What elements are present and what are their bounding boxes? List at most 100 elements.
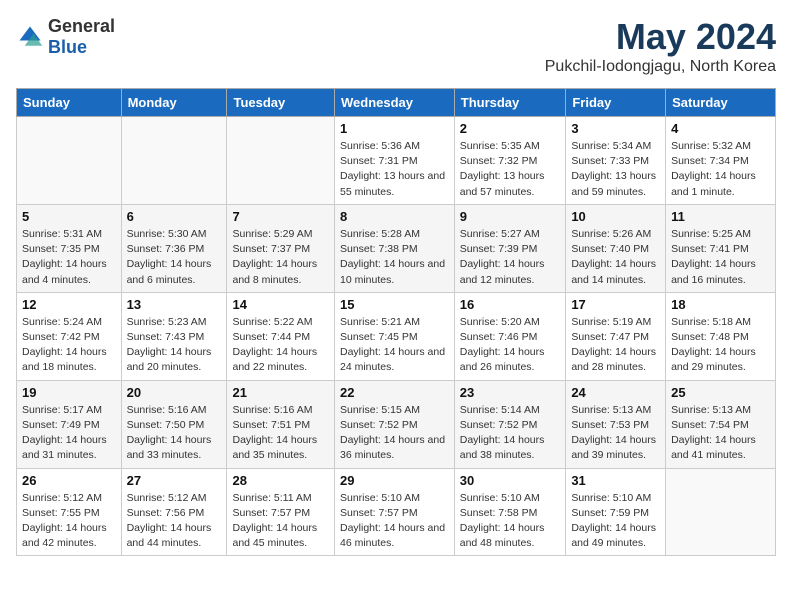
calendar-body: 1Sunrise: 5:36 AMSunset: 7:31 PMDaylight… <box>17 117 776 556</box>
weekday-header-monday: Monday <box>121 89 227 117</box>
day-info: Sunrise: 5:10 AMSunset: 7:57 PMDaylight:… <box>340 491 449 552</box>
weekday-header-thursday: Thursday <box>454 89 566 117</box>
calendar-cell: 10Sunrise: 5:26 AMSunset: 7:40 PMDayligh… <box>566 204 666 292</box>
day-info: Sunrise: 5:12 AMSunset: 7:56 PMDaylight:… <box>127 491 222 552</box>
day-info: Sunrise: 5:15 AMSunset: 7:52 PMDaylight:… <box>340 403 449 464</box>
logo-general-text: General <box>48 16 115 36</box>
calendar-week-5: 26 Sunrise: 5:12 AMSunset: 7:55 PMDayligh… <box>17 468 776 556</box>
day-info: Sunrise: 5:12 AMSunset: 7:55 PMDaylight:… <box>22 491 116 552</box>
weekday-header-row: SundayMondayTuesdayWednesdayThursdayFrid… <box>17 89 776 117</box>
calendar-cell: 2 Sunrise: 5:35 AMSunset: 7:32 PMDaylight… <box>454 117 566 205</box>
calendar-cell: 14 Sunrise: 5:22 AMSunset: 7:44 PMDayligh… <box>227 292 335 380</box>
day-number: 27 <box>127 473 222 488</box>
calendar-cell: 17 Sunrise: 5:19 AMSunset: 7:47 PMDayligh… <box>566 292 666 380</box>
calendar-cell: 7 Sunrise: 5:29 AMSunset: 7:37 PMDaylight… <box>227 204 335 292</box>
day-info: Sunrise: 5:29 AMSunset: 7:37 PMDaylight:… <box>232 227 329 288</box>
calendar-cell: 19 Sunrise: 5:17 AMSunset: 7:49 PMDayligh… <box>17 380 122 468</box>
calendar-cell: 22 Sunrise: 5:15 AMSunset: 7:52 PMDayligh… <box>334 380 454 468</box>
day-number: 24 <box>571 385 660 400</box>
day-info: Sunrise: 5:16 AMSunset: 7:51 PMDaylight:… <box>232 403 329 464</box>
day-number: 13 <box>127 297 222 312</box>
calendar-cell: 30 Sunrise: 5:10 AMSunset: 7:58 PMDayligh… <box>454 468 566 556</box>
calendar-cell: 28 Sunrise: 5:11 AMSunset: 7:57 PMDayligh… <box>227 468 335 556</box>
day-info: Sunrise: 5:31 AMSunset: 7:35 PMDaylight:… <box>22 227 116 288</box>
day-info: Sunrise: 5:22 AMSunset: 7:44 PMDaylight:… <box>232 315 329 376</box>
day-info: Sunrise: 5:23 AMSunset: 7:43 PMDaylight:… <box>127 315 222 376</box>
weekday-header-saturday: Saturday <box>666 89 776 117</box>
day-number: 1 <box>340 121 449 136</box>
weekday-header-tuesday: Tuesday <box>227 89 335 117</box>
calendar-week-1: 1Sunrise: 5:36 AMSunset: 7:31 PMDaylight… <box>17 117 776 205</box>
day-info: Sunrise: 5:16 AMSunset: 7:50 PMDaylight:… <box>127 403 222 464</box>
day-info: Sunrise: 5:10 AMSunset: 7:58 PMDaylight:… <box>460 491 561 552</box>
day-number: 4 <box>671 121 770 136</box>
day-info: Sunrise: 5:20 AMSunset: 7:46 PMDaylight:… <box>460 315 561 376</box>
logo-icon <box>16 23 44 51</box>
day-info: Sunrise: 5:34 AMSunset: 7:33 PMDaylight:… <box>571 139 660 200</box>
calendar-cell: 27 Sunrise: 5:12 AMSunset: 7:56 PMDayligh… <box>121 468 227 556</box>
calendar-cell: 6 Sunrise: 5:30 AMSunset: 7:36 PMDaylight… <box>121 204 227 292</box>
calendar-week-2: 5 Sunrise: 5:31 AMSunset: 7:35 PMDaylight… <box>17 204 776 292</box>
title-block: May 2024 Pukchil-Iodongjagu, North Korea <box>545 16 776 76</box>
day-number: 3 <box>571 121 660 136</box>
day-number: 21 <box>232 385 329 400</box>
day-number: 17 <box>571 297 660 312</box>
day-info: Sunrise: 5:25 AMSunset: 7:41 PMDaylight:… <box>671 227 770 288</box>
calendar-cell: 18Sunrise: 5:18 AMSunset: 7:48 PMDayligh… <box>666 292 776 380</box>
calendar-cell: 12Sunrise: 5:24 AMSunset: 7:42 PMDayligh… <box>17 292 122 380</box>
weekday-header-wednesday: Wednesday <box>334 89 454 117</box>
calendar-cell: 3 Sunrise: 5:34 AMSunset: 7:33 PMDaylight… <box>566 117 666 205</box>
day-info: Sunrise: 5:17 AMSunset: 7:49 PMDaylight:… <box>22 403 116 464</box>
calendar-title: May 2024 <box>545 16 776 58</box>
day-info: Sunrise: 5:24 AMSunset: 7:42 PMDaylight:… <box>22 315 116 376</box>
calendar-cell: 23Sunrise: 5:14 AMSunset: 7:52 PMDayligh… <box>454 380 566 468</box>
day-number: 7 <box>232 209 329 224</box>
calendar-header: SundayMondayTuesdayWednesdayThursdayFrid… <box>17 89 776 117</box>
logo-blue-text: Blue <box>48 37 87 57</box>
day-info: Sunrise: 5:21 AMSunset: 7:45 PMDaylight:… <box>340 315 449 376</box>
day-info: Sunrise: 5:35 AMSunset: 7:32 PMDaylight:… <box>460 139 561 200</box>
calendar-cell: 16Sunrise: 5:20 AMSunset: 7:46 PMDayligh… <box>454 292 566 380</box>
page-header: General Blue May 2024 Pukchil-Iodongjagu… <box>16 16 776 76</box>
day-info: Sunrise: 5:32 AMSunset: 7:34 PMDaylight:… <box>671 139 770 200</box>
calendar-cell <box>227 117 335 205</box>
day-info: Sunrise: 5:19 AMSunset: 7:47 PMDaylight:… <box>571 315 660 376</box>
logo: General Blue <box>16 16 115 58</box>
calendar-table: SundayMondayTuesdayWednesdayThursdayFrid… <box>16 88 776 556</box>
calendar-cell: 9Sunrise: 5:27 AMSunset: 7:39 PMDaylight… <box>454 204 566 292</box>
calendar-week-4: 19 Sunrise: 5:17 AMSunset: 7:49 PMDayligh… <box>17 380 776 468</box>
calendar-week-3: 12Sunrise: 5:24 AMSunset: 7:42 PMDayligh… <box>17 292 776 380</box>
calendar-cell: 13 Sunrise: 5:23 AMSunset: 7:43 PMDayligh… <box>121 292 227 380</box>
day-info: Sunrise: 5:30 AMSunset: 7:36 PMDaylight:… <box>127 227 222 288</box>
weekday-header-sunday: Sunday <box>17 89 122 117</box>
day-info: Sunrise: 5:10 AMSunset: 7:59 PMDaylight:… <box>571 491 660 552</box>
day-number: 26 <box>22 473 116 488</box>
day-info: Sunrise: 5:28 AMSunset: 7:38 PMDaylight:… <box>340 227 449 288</box>
day-number: 31 <box>571 473 660 488</box>
day-number: 19 <box>22 385 116 400</box>
day-number: 2 <box>460 121 561 136</box>
calendar-cell: 26 Sunrise: 5:12 AMSunset: 7:55 PMDayligh… <box>17 468 122 556</box>
calendar-cell: 24Sunrise: 5:13 AMSunset: 7:53 PMDayligh… <box>566 380 666 468</box>
calendar-cell: 31 Sunrise: 5:10 AMSunset: 7:59 PMDayligh… <box>566 468 666 556</box>
day-number: 11 <box>671 209 770 224</box>
day-number: 9 <box>460 209 561 224</box>
calendar-cell <box>121 117 227 205</box>
weekday-header-friday: Friday <box>566 89 666 117</box>
day-info: Sunrise: 5:11 AMSunset: 7:57 PMDaylight:… <box>232 491 329 552</box>
day-number: 22 <box>340 385 449 400</box>
day-number: 30 <box>460 473 561 488</box>
day-number: 14 <box>232 297 329 312</box>
day-number: 10 <box>571 209 660 224</box>
calendar-cell: 5 Sunrise: 5:31 AMSunset: 7:35 PMDaylight… <box>17 204 122 292</box>
day-number: 28 <box>232 473 329 488</box>
day-info: Sunrise: 5:13 AMSunset: 7:54 PMDaylight:… <box>671 403 770 464</box>
calendar-cell: 20Sunrise: 5:16 AMSunset: 7:50 PMDayligh… <box>121 380 227 468</box>
day-number: 5 <box>22 209 116 224</box>
day-number: 6 <box>127 209 222 224</box>
calendar-cell: 11 Sunrise: 5:25 AMSunset: 7:41 PMDayligh… <box>666 204 776 292</box>
day-number: 25 <box>671 385 770 400</box>
day-number: 23 <box>460 385 561 400</box>
calendar-cell: 8Sunrise: 5:28 AMSunset: 7:38 PMDaylight… <box>334 204 454 292</box>
day-number: 18 <box>671 297 770 312</box>
